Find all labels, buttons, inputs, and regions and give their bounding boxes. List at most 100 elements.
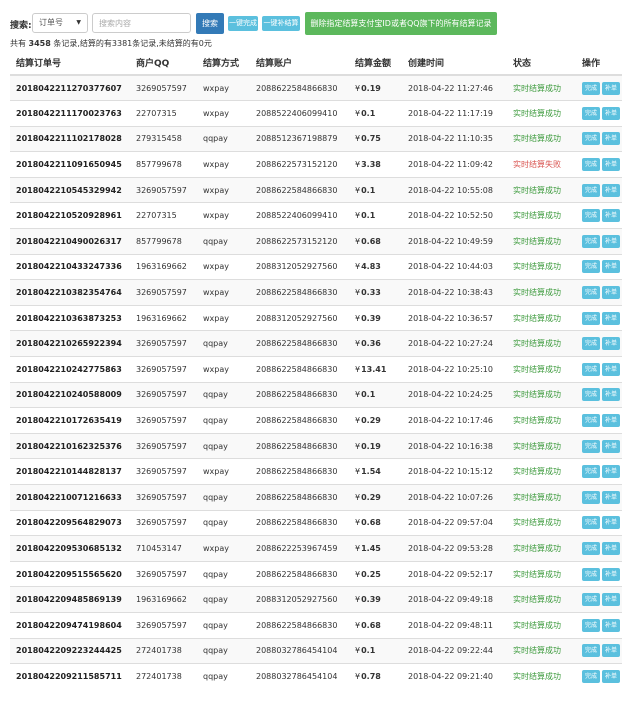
resend-button[interactable]: 补单	[602, 158, 620, 172]
row-actions: 完成 补单	[576, 100, 622, 127]
table-row: 2018042210545329942 3269057597 wxpay 208862…	[10, 176, 622, 203]
finish-all-button[interactable]: 一键完成	[228, 16, 258, 31]
settle-method: wxpay	[197, 100, 250, 127]
finish-button[interactable]: 完成	[582, 132, 600, 146]
settle-method: qqpay	[197, 560, 250, 587]
settle-status: 实时结算成功	[507, 637, 576, 664]
finish-button[interactable]: 完成	[582, 490, 600, 504]
settle-account: 2088622584866830	[250, 432, 349, 459]
resend-button[interactable]: 补单	[602, 362, 620, 376]
merchant-qq: 857799678	[130, 228, 197, 255]
created-time: 2018-04-22 09:53:28	[402, 535, 507, 562]
settle-method: qqpay	[197, 637, 250, 664]
settle-status: 实时结算成功	[507, 100, 576, 127]
finish-button[interactable]: 完成	[582, 670, 600, 684]
created-time: 2018-04-22 10:49:59	[402, 228, 507, 255]
resend-button[interactable]: 补单	[602, 209, 620, 223]
resend-button[interactable]: 补单	[602, 516, 620, 530]
settle-account: 2088622584866830	[250, 74, 349, 101]
finish-button[interactable]: 完成	[582, 516, 600, 530]
finish-button[interactable]: 完成	[582, 362, 600, 376]
finish-button[interactable]: 完成	[582, 183, 600, 197]
finish-button[interactable]: 完成	[582, 106, 600, 120]
resend-all-button[interactable]: 一键补结算	[262, 16, 300, 31]
resend-button[interactable]: 补单	[602, 670, 620, 684]
resend-button[interactable]: 补单	[602, 311, 620, 325]
finish-button[interactable]: 完成	[582, 337, 600, 351]
settle-amount-cell: ¥0.33	[349, 279, 402, 306]
resend-button[interactable]: 补单	[602, 644, 620, 658]
finish-button[interactable]: 完成	[582, 209, 600, 223]
finish-button[interactable]: 完成	[582, 414, 600, 428]
settle-amount-cell: ¥0.36	[349, 330, 402, 357]
row-actions: 完成 补单	[576, 586, 622, 613]
settle-method: wxpay	[197, 151, 250, 178]
order-id: 2018042211091650945	[10, 151, 130, 178]
resend-button[interactable]: 补单	[602, 286, 620, 300]
finish-button[interactable]: 完成	[582, 567, 600, 581]
delete-records-button[interactable]: 删除指定结算支付宝ID或者QQ旗下的所有结算记录	[305, 12, 497, 35]
finish-button[interactable]: 完成	[582, 234, 600, 248]
settle-amount: 0.68	[361, 518, 381, 528]
resend-button[interactable]: 补单	[602, 234, 620, 248]
resend-button[interactable]: 补单	[602, 490, 620, 504]
resend-button[interactable]: 补单	[602, 465, 620, 479]
currency-symbol: ¥	[355, 416, 361, 426]
currency-symbol: ¥	[355, 646, 361, 656]
finish-button[interactable]: 完成	[582, 286, 600, 300]
finish-button[interactable]: 完成	[582, 618, 600, 632]
finish-button[interactable]: 完成	[582, 644, 600, 658]
resend-button[interactable]: 补单	[602, 439, 620, 453]
order-id: 2018042209485869139	[10, 586, 130, 613]
row-actions: 完成 补单	[576, 151, 622, 178]
resend-button[interactable]: 补单	[602, 132, 620, 146]
finish-button[interactable]: 完成	[582, 439, 600, 453]
settle-amount-cell: ¥1.45	[349, 535, 402, 562]
settle-amount: 0.1	[361, 646, 376, 656]
table-row: 2018042209515565620 3269057597 qqpay 208862…	[10, 560, 622, 587]
settle-account: 2088622584866830	[250, 458, 349, 485]
finish-button[interactable]: 完成	[582, 260, 600, 274]
settle-method: qqpay	[197, 407, 250, 434]
resend-button[interactable]: 补单	[602, 106, 620, 120]
resend-button[interactable]: 补单	[602, 593, 620, 607]
currency-symbol: ¥	[355, 83, 361, 93]
finish-button[interactable]: 完成	[582, 388, 600, 402]
settle-amount: 0.1	[361, 211, 376, 221]
row-actions: 完成 补单	[576, 432, 622, 459]
settle-amount: 0.29	[361, 492, 381, 502]
created-time: 2018-04-22 10:38:43	[402, 279, 507, 306]
settle-amount: 0.68	[361, 620, 381, 630]
table-row: 2018042210382354764 3269057597 wxpay 208862…	[10, 279, 622, 306]
resend-button[interactable]: 补单	[602, 414, 620, 428]
settle-status: 实时结算成功	[507, 484, 576, 511]
finish-button[interactable]: 完成	[582, 158, 600, 172]
resend-button[interactable]: 补单	[602, 183, 620, 197]
created-time: 2018-04-22 10:07:26	[402, 484, 507, 511]
finish-button[interactable]: 完成	[582, 311, 600, 325]
settle-account: 2088622584866830	[250, 509, 349, 536]
finish-button[interactable]: 完成	[582, 81, 600, 95]
order-id: 2018042210162325376	[10, 432, 130, 459]
resend-button[interactable]: 补单	[602, 260, 620, 274]
resend-button[interactable]: 补单	[602, 618, 620, 632]
finish-button[interactable]: 完成	[582, 593, 600, 607]
currency-symbol: ¥	[355, 364, 361, 374]
search-field-select[interactable]: 订单号 ▼	[32, 13, 88, 33]
search-button[interactable]: 搜索	[196, 13, 224, 34]
settle-amount-cell: ¥3.38	[349, 151, 402, 178]
row-actions: 完成 补单	[576, 279, 622, 306]
resend-button[interactable]: 补单	[602, 337, 620, 351]
created-time: 2018-04-22 10:17:46	[402, 407, 507, 434]
resend-button[interactable]: 补单	[602, 567, 620, 581]
order-id: 2018042210363873253	[10, 304, 130, 331]
search-input[interactable]	[92, 13, 191, 33]
finish-button[interactable]: 完成	[582, 541, 600, 555]
settle-status: 实时结算成功	[507, 304, 576, 331]
finish-button[interactable]: 完成	[582, 465, 600, 479]
resend-button[interactable]: 补单	[602, 81, 620, 95]
resend-button[interactable]: 补单	[602, 541, 620, 555]
settle-amount: 0.19	[361, 441, 381, 451]
settle-amount-cell: ¥0.1	[349, 176, 402, 203]
resend-button[interactable]: 补单	[602, 388, 620, 402]
